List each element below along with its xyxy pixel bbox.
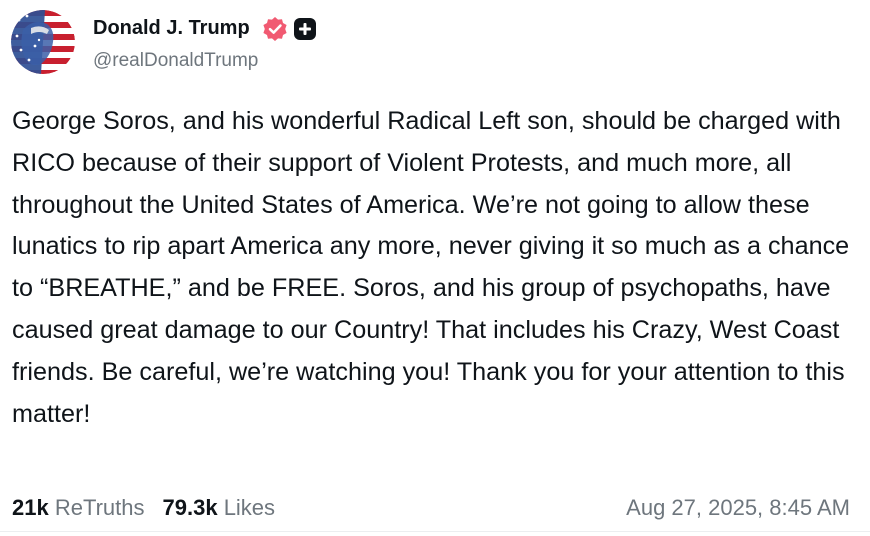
plus-badge-icon <box>294 18 316 40</box>
verified-badge-icon <box>263 17 287 41</box>
post-card: Donald J. Trump @realDonaldTrump George … <box>0 0 870 536</box>
retruths-stat[interactable]: 21k ReTruths <box>12 495 145 520</box>
likes-count: 79.3k <box>162 495 218 520</box>
divider <box>0 531 870 532</box>
avatar[interactable] <box>11 10 75 74</box>
likes-stat[interactable]: 79.3k Likes <box>163 495 276 520</box>
author-handle[interactable]: @realDonaldTrump <box>93 50 258 72</box>
post-text: George Soros, and his wonderful Radical … <box>12 107 850 428</box>
post-stats: 21k ReTruths 79.3k Likes <box>12 494 275 522</box>
flag-portrait-avatar-icon <box>11 10 75 74</box>
author-display-name[interactable]: Donald J. Trump <box>93 17 250 39</box>
post-timestamp[interactable]: Aug 27, 2025, 8:45 AM <box>626 494 850 522</box>
likes-label: Likes <box>223 495 276 520</box>
retruths-count: 21k <box>12 495 49 520</box>
retruths-label: ReTruths <box>54 495 145 520</box>
